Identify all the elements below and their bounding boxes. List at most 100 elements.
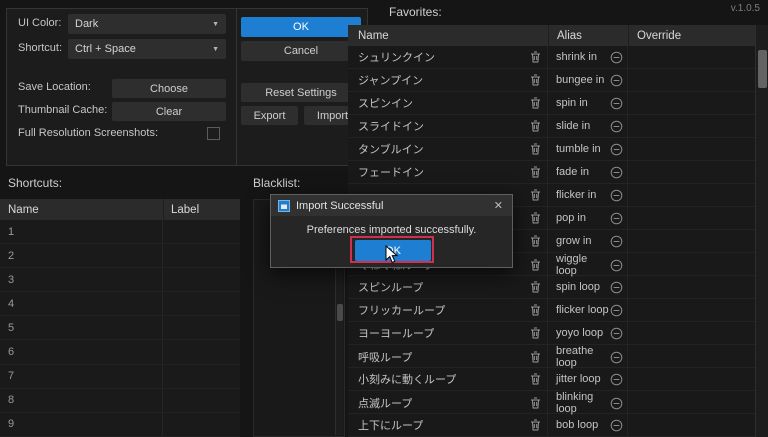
favorite-override-cell[interactable] <box>628 299 755 321</box>
remove-circle-icon[interactable] <box>610 304 623 317</box>
remove-circle-icon[interactable] <box>610 97 623 110</box>
favorite-name: フリッカーループ <box>358 305 446 317</box>
shortcut-row-label <box>163 316 240 339</box>
favorite-alias: grow in <box>556 235 592 247</box>
remove-circle-icon[interactable] <box>610 373 623 386</box>
favorite-override-cell[interactable] <box>628 115 755 137</box>
favorites-row[interactable]: 点滅ループ blinking loop <box>348 391 755 415</box>
trash-icon[interactable] <box>530 143 541 155</box>
version-label: v.1.0.5 <box>730 3 760 14</box>
favorites-col-alias: Alias <box>548 25 628 46</box>
ui-color-value: Dark <box>75 18 99 30</box>
trash-icon[interactable] <box>530 235 541 247</box>
remove-circle-icon[interactable] <box>610 259 623 272</box>
full-resolution-checkbox[interactable] <box>207 127 220 140</box>
shortcut-row[interactable]: 8 <box>0 388 240 413</box>
shortcut-row[interactable]: 7 <box>0 364 240 389</box>
shortcut-row[interactable]: 5 <box>0 316 240 341</box>
ui-color-dropdown[interactable]: Dark ▼ <box>68 14 226 34</box>
close-icon[interactable]: ✕ <box>492 199 505 212</box>
trash-icon[interactable] <box>530 74 541 86</box>
favorite-override-cell[interactable] <box>628 391 755 415</box>
trash-icon[interactable] <box>530 304 541 316</box>
remove-circle-icon[interactable] <box>610 327 623 340</box>
remove-circle-icon[interactable] <box>610 419 623 432</box>
trash-icon[interactable] <box>530 120 541 132</box>
remove-circle-icon[interactable] <box>610 397 623 410</box>
favorites-row[interactable]: ジャンプイン bungee in <box>348 69 755 92</box>
favorite-override-cell[interactable] <box>628 414 755 436</box>
remove-circle-icon[interactable] <box>610 51 623 64</box>
favorites-row[interactable]: ヨーヨーループ yoyo loop <box>348 322 755 345</box>
remove-circle-icon[interactable] <box>610 351 623 364</box>
trash-icon[interactable] <box>530 327 541 339</box>
choose-button[interactable]: Choose <box>112 79 226 98</box>
favorites-scrollbar-handle[interactable] <box>758 50 767 88</box>
trash-icon[interactable] <box>530 419 541 431</box>
favorite-override-cell[interactable] <box>628 138 755 160</box>
favorites-row[interactable]: シュリンクイン shrink in <box>348 46 755 69</box>
trash-icon[interactable] <box>530 189 541 201</box>
trash-icon[interactable] <box>530 373 541 385</box>
remove-circle-icon[interactable] <box>610 212 623 225</box>
favorite-override-cell[interactable] <box>628 46 755 68</box>
trash-icon[interactable] <box>530 397 541 409</box>
favorite-override-cell[interactable] <box>628 161 755 183</box>
clear-button[interactable]: Clear <box>112 102 226 121</box>
favorites-row[interactable]: スピンループ spin loop <box>348 276 755 299</box>
favorite-alias: jitter loop <box>556 373 601 385</box>
favorites-row[interactable]: フリッカーループ flicker loop <box>348 299 755 322</box>
favorite-override-cell[interactable] <box>628 276 755 298</box>
settings-ok-button[interactable]: OK <box>241 17 361 37</box>
shortcut-row[interactable]: 3 <box>0 268 240 293</box>
favorite-name: 小刻みに動くループ <box>358 374 457 386</box>
remove-circle-icon[interactable] <box>610 281 623 294</box>
favorite-override-cell[interactable] <box>628 368 755 390</box>
trash-icon[interactable] <box>530 51 541 63</box>
favorite-override-cell[interactable] <box>628 207 755 229</box>
shortcut-value: Ctrl + Space <box>75 43 136 55</box>
favorite-override-cell[interactable] <box>628 345 755 369</box>
blacklist-scrollbar-handle[interactable] <box>337 304 343 321</box>
favorites-row[interactable]: フェードイン fade in <box>348 161 755 184</box>
favorites-row[interactable]: 呼吸ループ breathe loop <box>348 345 755 369</box>
trash-icon[interactable] <box>530 212 541 224</box>
favorites-row[interactable]: 上下にループ bob loop <box>348 414 755 437</box>
trash-icon[interactable] <box>530 259 541 271</box>
favorite-name: スライドイン <box>358 121 424 133</box>
shortcut-row[interactable]: 4 <box>0 292 240 317</box>
shortcuts-col-name: Name <box>8 203 39 216</box>
favorite-override-cell[interactable] <box>628 253 755 277</box>
trash-icon[interactable] <box>530 351 541 363</box>
favorite-override-cell[interactable] <box>628 230 755 252</box>
trash-icon[interactable] <box>530 281 541 293</box>
thumbnail-cache-label: Thumbnail Cache: <box>18 104 108 116</box>
remove-circle-icon[interactable] <box>610 74 623 87</box>
shortcut-row[interactable]: 2 <box>0 244 240 269</box>
favorite-name: スピンイン <box>358 98 413 110</box>
shortcut-dropdown[interactable]: Ctrl + Space ▼ <box>68 39 226 59</box>
favorite-override-cell[interactable] <box>628 322 755 344</box>
remove-circle-icon[interactable] <box>610 235 623 248</box>
shortcut-row[interactable]: 6 <box>0 340 240 365</box>
favorites-row[interactable]: スライドイン slide in <box>348 115 755 138</box>
favorites-row[interactable]: タンブルイン tumble in <box>348 138 755 161</box>
remove-circle-icon[interactable] <box>610 143 623 156</box>
favorite-override-cell[interactable] <box>628 92 755 114</box>
shortcut-row[interactable]: 1 <box>0 220 240 245</box>
export-button[interactable]: Export <box>241 106 298 125</box>
trash-icon[interactable] <box>530 97 541 109</box>
remove-circle-icon[interactable] <box>610 189 623 202</box>
reset-settings-button[interactable]: Reset Settings <box>241 83 361 102</box>
remove-circle-icon[interactable] <box>610 166 623 179</box>
trash-icon[interactable] <box>530 166 541 178</box>
settings-cancel-button[interactable]: Cancel <box>241 41 361 61</box>
favorite-override-cell[interactable] <box>628 69 755 91</box>
favorite-override-cell[interactable] <box>628 184 755 206</box>
remove-circle-icon[interactable] <box>610 120 623 133</box>
favorites-row[interactable]: スピンイン spin in <box>348 92 755 115</box>
favorite-name: 点滅ループ <box>358 398 413 410</box>
favorites-row[interactable]: 小刻みに動くループ jitter loop <box>348 368 755 391</box>
shortcut-row[interactable]: 9 <box>0 412 240 437</box>
favorites-scrollbar[interactable] <box>755 25 768 437</box>
